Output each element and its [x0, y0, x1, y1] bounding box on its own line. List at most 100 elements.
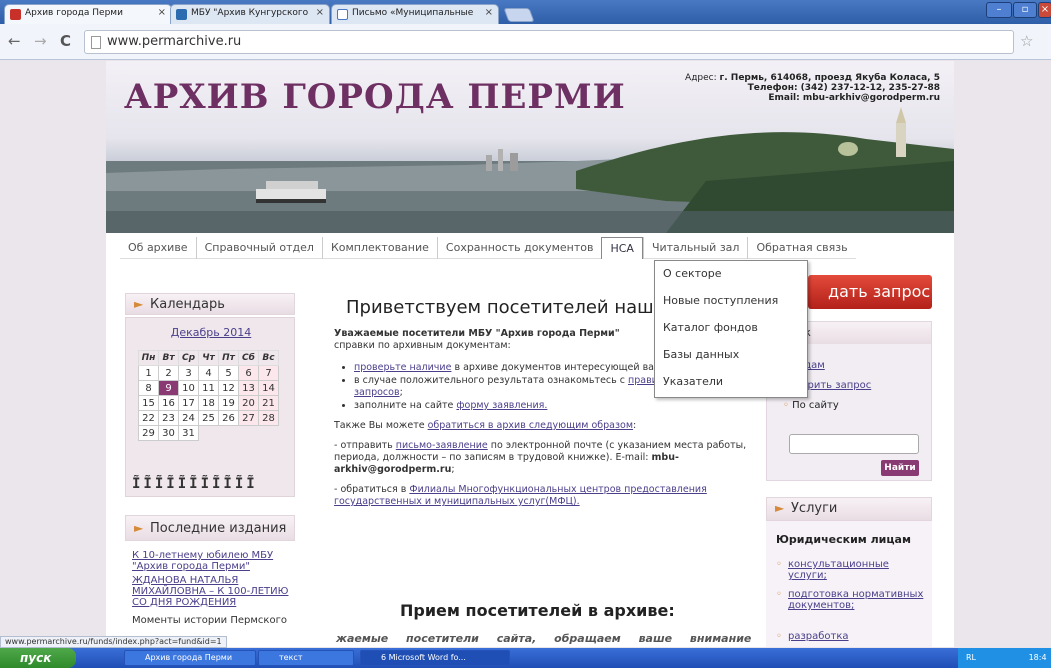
day-cell[interactable]: 10 [178, 380, 199, 396]
weekday-row: Пн Вт Ср Чт Пт Сб Вс [138, 350, 279, 366]
tab-mail[interactable]: Письмо «Муниципальные × [331, 4, 499, 24]
day-cell[interactable]: 14 [258, 380, 279, 396]
day-cell[interactable]: 26 [218, 410, 239, 426]
address-text: г. Пермь, 614068, проезд Якуба Коласа, 5 [719, 73, 940, 83]
day-cell[interactable]: 31 [178, 425, 199, 441]
day-cell[interactable]: 29 [138, 425, 159, 441]
menu-item-reference[interactable]: Справочный отдел [195, 237, 322, 259]
day-cell[interactable]: 20 [238, 395, 259, 411]
forward-icon[interactable]: → [34, 32, 47, 50]
maximize-button[interactable]: ▫ [1013, 2, 1037, 18]
day-cell[interactable]: 6 [238, 365, 259, 381]
day-cell[interactable]: 25 [198, 410, 219, 426]
menu-item-feedback[interactable]: Обратная связь [747, 237, 855, 259]
dropdown-item-new-arrivals[interactable]: Новые поступления [655, 288, 807, 315]
minimize-button[interactable]: – [986, 2, 1012, 18]
calendar-week: 15 16 17 18 19 20 21 [138, 395, 279, 411]
weekday-cell: Сб [238, 350, 259, 366]
calendar-week: 8 9 10 11 12 13 14 [138, 380, 279, 396]
back-icon[interactable]: ← [8, 32, 21, 50]
day-cell[interactable]: 21 [258, 395, 279, 411]
close-icon[interactable]: × [485, 7, 493, 18]
service-link[interactable]: подготовка нормативных документов; [788, 589, 928, 611]
services-heading-text: Услуги [791, 501, 838, 516]
close-icon[interactable]: × [158, 7, 166, 18]
day-cell[interactable]: 7 [258, 365, 279, 381]
weekday-cell: Вт [158, 350, 179, 366]
day-cell[interactable]: 30 [158, 425, 179, 441]
system-tray: RL 18:4 [958, 648, 1051, 668]
reload-icon[interactable]: C [60, 32, 71, 50]
search-button[interactable]: Найти [881, 460, 919, 476]
browser-window: Архив города Перми × МБУ "Архив Кунгурск… [0, 0, 1051, 668]
tab-archive-perm[interactable]: Архив города Перми × [4, 4, 172, 24]
taskbar-item-browser[interactable]: Архив города Перми [124, 650, 256, 666]
service-link[interactable]: разработка [788, 631, 928, 642]
language-indicator[interactable]: RL [966, 653, 976, 662]
day-cell[interactable]: 5 [218, 365, 239, 381]
dropdown-item-fund-catalog[interactable]: Каталог фондов [655, 315, 807, 342]
menu-item-about[interactable]: Об архиве [120, 237, 196, 259]
calendar-grid: Пн Вт Ср Чт Пт Сб Вс 1 2 3 4 5 6 7 8 9 1… [138, 350, 279, 441]
day-cell[interactable]: 18 [198, 395, 219, 411]
contact-archive-link[interactable]: обратиться в архив следующим образом [428, 420, 633, 431]
menu-item-preservation[interactable]: Сохранность документов [436, 237, 602, 259]
day-cell[interactable]: 23 [158, 410, 179, 426]
bookmark-star-icon[interactable]: ☆ [1020, 32, 1033, 50]
status-bar-url: www.permarchive.ru/funds/index.php?act=f… [0, 636, 227, 648]
letter-link[interactable]: письмо-заявление [396, 440, 488, 451]
day-cell[interactable]: 8 [138, 380, 159, 396]
day-cell[interactable]: 15 [138, 395, 159, 411]
day-cell[interactable]: 2 [158, 365, 179, 381]
day-cell[interactable]: 12 [218, 380, 239, 396]
tab-kungur-archive[interactable]: МБУ "Архив Кунгурского × [170, 4, 330, 24]
day-cell[interactable]: 16 [158, 395, 179, 411]
taskbar-item-word[interactable]: 6 Microsoft Word fo... [360, 650, 510, 666]
weekday-cell: Чт [198, 350, 219, 366]
arrow-icon: ► [134, 521, 144, 535]
request-button[interactable]: дать запрос [808, 275, 932, 309]
day-cell[interactable]: 27 [238, 410, 259, 426]
day-cell[interactable]: 13 [238, 380, 259, 396]
new-tab-button[interactable] [503, 8, 535, 22]
menu-item-reading-room[interactable]: Читальный зал [642, 237, 748, 259]
publications-heading: ► Последние издания [125, 515, 295, 541]
menu-item-acquisition[interactable]: Комплектование [321, 237, 437, 259]
day-cell[interactable]: 19 [218, 395, 239, 411]
day-cell[interactable]: 1 [138, 365, 159, 381]
dropdown-item-about-sector[interactable]: О секторе [655, 261, 807, 288]
start-button[interactable]: пуск [0, 648, 76, 668]
publication-link[interactable]: Моменты истории Пермского [132, 615, 292, 626]
publication-link[interactable]: ЖДАНОВА НАТАЛЬЯ МИХАЙЛОВНА – К 100-ЛЕТИЮ… [132, 575, 292, 608]
search-input[interactable] [789, 434, 919, 454]
search-option[interactable]: ◦ По сайту [783, 400, 839, 411]
dropdown-item-databases[interactable]: Базы данных [655, 342, 807, 369]
weekday-cell: Вс [258, 350, 279, 366]
bullet-icon: ◦ [783, 400, 793, 411]
day-cell[interactable]: 24 [178, 410, 199, 426]
close-window-button[interactable]: × [1038, 2, 1051, 18]
service-link[interactable]: консультационные услуги; [788, 559, 928, 581]
calendar-week: 22 23 24 25 26 27 28 [138, 410, 279, 426]
site-logo[interactable]: АРХИВ ГОРОДА ПЕРМИ [124, 77, 626, 117]
calendar-month-link[interactable]: Декабрь 2014 [126, 326, 296, 339]
day-cell[interactable]: 28 [258, 410, 279, 426]
menu-item-nsa[interactable]: НСА [601, 237, 643, 259]
publication-link[interactable]: К 10-летнему юбилею МБУ "Архив города Пе… [132, 550, 292, 572]
phone-text: Телефон: (342) 237-12-12, 235-27-88 [747, 83, 940, 93]
bullet-icon: ◦ [776, 631, 782, 642]
check-availability-link[interactable]: проверьте наличие [354, 362, 451, 373]
day-cell[interactable]: 11 [198, 380, 219, 396]
clock[interactable]: 18:4 [1029, 653, 1047, 662]
day-cell[interactable]: 4 [198, 365, 219, 381]
address-bar[interactable]: www.permarchive.ru [84, 30, 1014, 54]
close-icon[interactable]: × [316, 7, 324, 18]
day-cell[interactable]: 22 [138, 410, 159, 426]
application-form-link[interactable]: форму заявления. [456, 400, 547, 411]
dropdown-item-indexes[interactable]: Указатели [655, 369, 807, 396]
day-cell[interactable]: 3 [178, 365, 199, 381]
calendar-widget: Декабрь 2014 Пн Вт Ср Чт Пт Сб Вс 1 2 3 … [125, 317, 295, 497]
day-cell-today[interactable]: 9 [158, 380, 179, 396]
day-cell[interactable]: 17 [178, 395, 199, 411]
taskbar-item-folder[interactable]: текст [258, 650, 354, 666]
